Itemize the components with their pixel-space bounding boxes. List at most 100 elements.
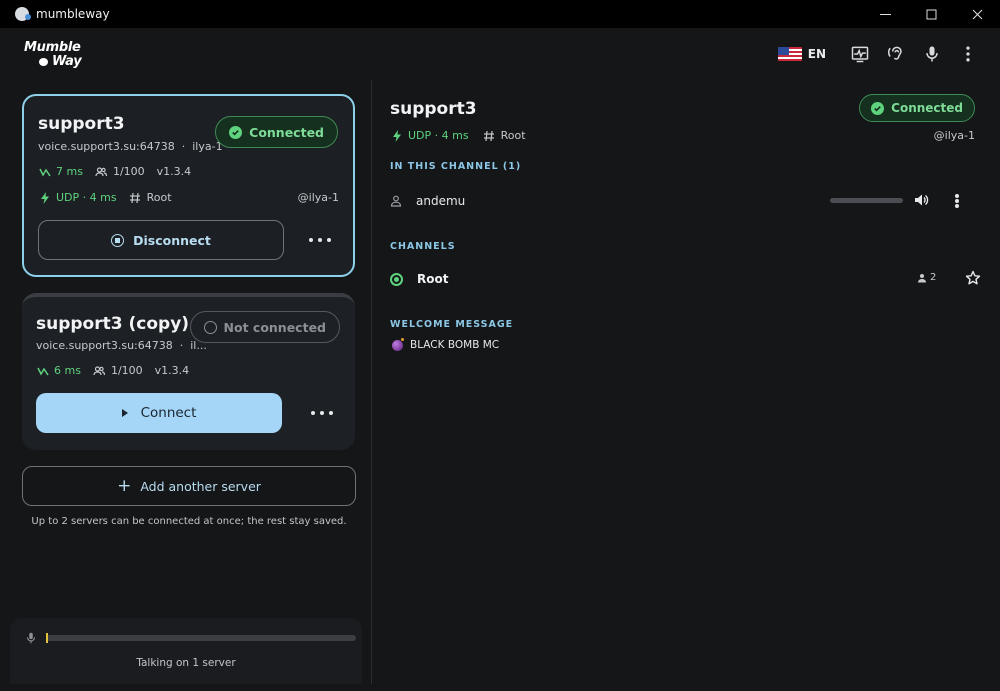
talk-status-panel: Talking on 1 server (10, 618, 362, 684)
in-channel-heading: IN THIS CHANNEL (1) (390, 161, 522, 172)
window-titlebar: mumbleway (0, 0, 1000, 28)
hash-icon (483, 130, 496, 142)
users-icon (93, 365, 106, 377)
channel-count-value: 2 (930, 272, 937, 283)
check-circle-icon (871, 101, 885, 115)
disconnect-label: Disconnect (133, 232, 211, 248)
server-user: @ilya-1 (297, 191, 339, 204)
close-icon (972, 9, 982, 19)
status-badge: Not connected (189, 311, 340, 343)
bolt-icon (38, 191, 51, 204)
connection-info: UDP · 4 ms Root (38, 191, 172, 204)
detail-channel: Root (500, 129, 526, 142)
server-limit-hint: Up to 2 servers can be connected at once… (31, 516, 347, 527)
add-server-button[interactable]: + Add another server (22, 466, 356, 506)
bolt-icon (390, 129, 403, 142)
server-stats: 6 ms 1/100 v1.3.4 (36, 364, 189, 377)
ping-value: 7 ms (56, 165, 83, 178)
connect-button[interactable]: Connect (36, 393, 282, 433)
flag-us-icon (777, 47, 802, 61)
status-label: Connected (249, 124, 324, 140)
minimize-icon (879, 13, 891, 15)
plus-icon: + (117, 476, 132, 496)
hearing-icon (888, 46, 902, 60)
person-icon (390, 195, 402, 207)
mic-level-meter (46, 633, 356, 643)
volume-icon[interactable] (913, 192, 929, 208)
circle-outline-icon (203, 320, 217, 334)
detail-title: support3 (390, 99, 477, 119)
detail-status-badge: Connected (859, 94, 975, 122)
signal-icon (36, 365, 49, 377)
server-address: voice.support3.su:64738 (36, 339, 173, 352)
app-header: Mumble Way EN (0, 28, 1000, 80)
detail-user: @ilya-1 (933, 129, 975, 142)
connect-label: Connect (140, 405, 197, 421)
welcome-message: BLACK BOMB MC (392, 337, 500, 351)
mic-level-indicator (46, 633, 48, 643)
server-host: voice.support3.su:64738 · il... (36, 339, 207, 352)
favorite-star-icon[interactable] (965, 270, 981, 286)
language-label: EN (807, 47, 826, 61)
talk-status-label: Talking on 1 server (136, 657, 236, 669)
server-name: support3 (copy) (36, 314, 190, 334)
add-server-label: Add another server (140, 478, 261, 494)
maximize-icon (926, 9, 936, 19)
check-circle-icon (229, 125, 243, 139)
welcome-heading: WELCOME MESSAGE (390, 319, 514, 330)
app-logo: Mumble Way (24, 40, 86, 70)
maximize-button[interactable] (908, 0, 954, 28)
server-more-button[interactable] (309, 235, 331, 245)
close-window-button[interactable] (954, 0, 1000, 28)
window-controls (862, 0, 1000, 28)
users-value: 1/100 (112, 165, 145, 178)
app-icon (15, 7, 31, 21)
detail-connection-info: UDP · 4 ms Root (390, 129, 526, 142)
member-name: andemu (416, 194, 466, 208)
server-card-support3-copy[interactable]: support3 (copy) voice.support3.su:64738 … (22, 293, 355, 450)
logo-line1: Mumble (24, 40, 81, 55)
users-icon (95, 166, 108, 178)
microphone-icon (926, 46, 938, 62)
server-host: voice.support3.su:64738 · ilya-1 (38, 140, 223, 153)
channel-row-root[interactable]: Root 2 (390, 269, 981, 289)
server-name: support3 (38, 114, 125, 134)
header-actions: EN (777, 42, 986, 66)
microphone-icon (24, 630, 38, 644)
users-value: 1/100 (110, 364, 143, 377)
channel-active-icon (390, 272, 403, 286)
minimize-button[interactable] (862, 0, 908, 28)
server-card-support3[interactable]: support3 voice.support3.su:64738 · ilya-… (22, 94, 355, 277)
server-list-panel: support3 voice.support3.su:64738 · ilya-… (10, 80, 362, 684)
channel-name: Root (417, 272, 449, 286)
ping-value: 6 ms (54, 364, 81, 377)
member-more-button[interactable] (955, 194, 959, 208)
server-detail-panel: support3 Connected UDP · 4 ms Root @ilya… (372, 80, 1000, 684)
signal-icon (38, 166, 51, 178)
monitor-wave-icon (851, 46, 869, 63)
transport-value: UDP · 4 ms (56, 191, 117, 204)
server-more-button[interactable] (311, 408, 333, 418)
play-icon (121, 409, 128, 417)
stop-circle-icon (111, 233, 125, 247)
status-label: Not connected (223, 319, 326, 335)
logo-line2: Way (52, 54, 82, 69)
language-selector[interactable]: EN (777, 47, 826, 61)
bomb-emoji-icon (392, 337, 404, 351)
channel-member-row[interactable]: andemu (390, 190, 980, 212)
version-value: v1.3.4 (154, 364, 190, 377)
version-value: v1.3.4 (156, 165, 192, 178)
detail-transport: UDP · 4 ms (408, 129, 469, 142)
disconnect-button[interactable]: Disconnect (38, 220, 284, 260)
logo-bubble-icon (39, 58, 48, 66)
hearing-button[interactable] (878, 42, 914, 66)
audio-settings-button[interactable] (842, 42, 878, 66)
window-title: mumbleway (36, 7, 110, 21)
hash-icon (129, 192, 142, 204)
channels-heading: CHANNELS (390, 241, 456, 252)
server-stats: 7 ms 1/100 v1.3.4 (38, 165, 191, 178)
welcome-text: BLACK BOMB MC (410, 339, 500, 351)
more-menu-button[interactable] (950, 42, 986, 66)
microphone-button[interactable] (914, 42, 950, 66)
volume-slider[interactable] (830, 198, 903, 203)
